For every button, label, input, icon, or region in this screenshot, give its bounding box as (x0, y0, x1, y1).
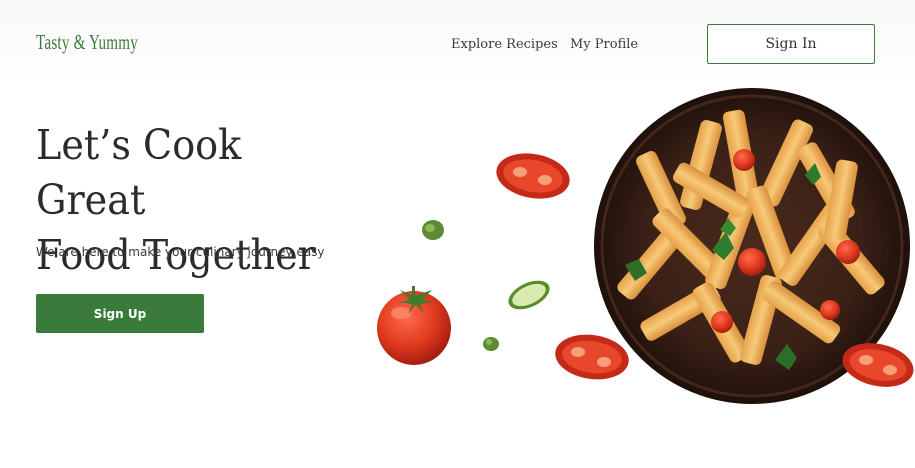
cucumber-slice-icon (508, 280, 550, 310)
tomato-slice-icon (555, 334, 629, 380)
pasta-plate-image (594, 88, 910, 404)
tomato-icon (377, 286, 451, 365)
nav-my-profile[interactable]: My Profile (570, 37, 638, 52)
basil-leaf-icon (422, 220, 499, 351)
tomato-slice-icon (496, 153, 570, 199)
brand-logo[interactable]: Tasty & Yummy (36, 30, 138, 55)
nav-explore-recipes[interactable]: Explore Recipes (451, 37, 558, 52)
sign-in-button[interactable]: Sign In (707, 24, 875, 64)
hero-title-line-1: Let’s Cook Great (36, 121, 242, 224)
tomato-slice-icon (842, 343, 914, 387)
hero-subtitle: We are here to make your culinary journe… (36, 245, 325, 259)
sign-up-button[interactable]: Sign Up (36, 294, 204, 333)
